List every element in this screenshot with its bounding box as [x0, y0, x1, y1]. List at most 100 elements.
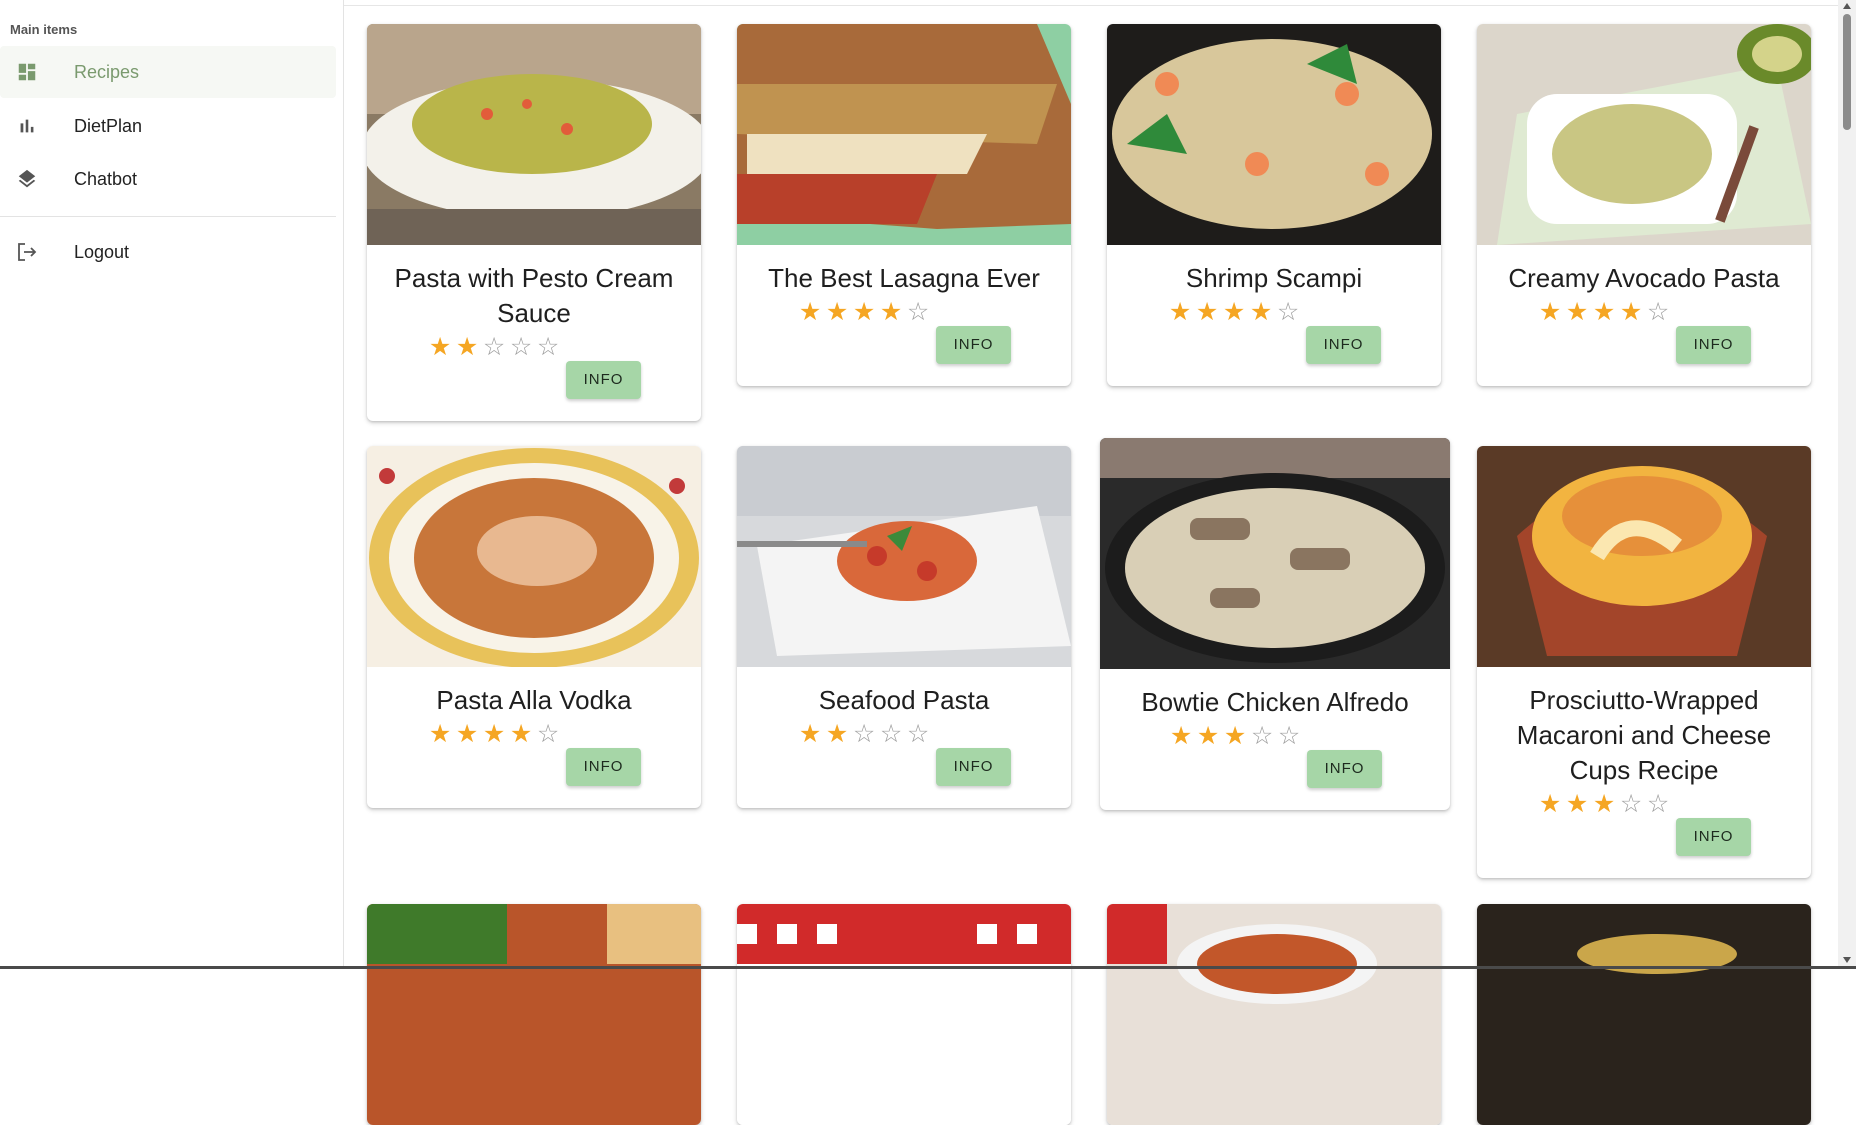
rating-stars: ★ ★ ★ ★ ☆	[797, 298, 932, 326]
star-filled-icon[interactable]: ★	[1248, 298, 1275, 326]
star-empty-icon[interactable]: ☆	[905, 298, 932, 326]
star-filled-icon[interactable]: ★	[1194, 298, 1221, 326]
star-filled-icon[interactable]: ★	[427, 333, 454, 361]
info-button[interactable]: INFO	[935, 326, 1012, 364]
star-empty-icon[interactable]: ☆	[481, 333, 508, 361]
rating-stars: ★ ★ ☆ ☆ ☆	[427, 333, 562, 361]
recipe-image	[367, 24, 701, 245]
recipe-image	[1107, 24, 1441, 245]
recipe-image	[737, 904, 1071, 1125]
info-button[interactable]: INFO	[565, 361, 642, 399]
logout-button[interactable]: Logout	[0, 226, 336, 278]
sidebar-item-chatbot[interactable]: Chatbot	[0, 153, 336, 205]
recipe-image	[1107, 904, 1441, 1125]
star-empty-icon[interactable]: ☆	[1645, 298, 1672, 326]
logout-icon	[14, 239, 40, 265]
recipe-card	[367, 904, 701, 1125]
recipe-card: Creamy Avocado Pasta ★ ★ ★ ★ ☆ INFO	[1477, 24, 1811, 386]
star-empty-icon[interactable]: ☆	[535, 720, 562, 748]
star-filled-icon[interactable]: ★	[454, 333, 481, 361]
info-button[interactable]: INFO	[1305, 326, 1382, 364]
star-filled-icon[interactable]: ★	[454, 720, 481, 748]
star-empty-icon[interactable]: ☆	[905, 720, 932, 748]
star-filled-icon[interactable]: ★	[878, 298, 905, 326]
star-filled-icon[interactable]: ★	[1537, 298, 1564, 326]
recipe-image	[367, 904, 701, 1125]
recipe-card: The Best Lasagna Ever ★ ★ ★ ★ ☆ INFO	[737, 24, 1071, 386]
star-empty-icon[interactable]: ☆	[851, 720, 878, 748]
logout-label: Logout	[74, 241, 130, 262]
recipe-title: Pasta Alla Vodka	[436, 685, 632, 715]
top-border	[344, 0, 1856, 6]
recipe-title: Shrimp Scampi	[1185, 263, 1363, 293]
recipe-card	[737, 904, 1071, 1125]
bar-chart-icon	[14, 113, 40, 139]
star-filled-icon[interactable]: ★	[1564, 790, 1591, 818]
info-button[interactable]: INFO	[565, 748, 642, 786]
star-filled-icon[interactable]: ★	[508, 720, 535, 748]
recipe-image	[367, 446, 701, 667]
recipe-card: Bowtie Chicken Alfredo ★ ★ ★ ☆ ☆ INFO	[1100, 438, 1450, 810]
scroll-thumb[interactable]	[1843, 14, 1851, 130]
rating-stars: ★ ★ ★ ☆ ☆	[1168, 722, 1303, 750]
star-filled-icon[interactable]: ★	[797, 720, 824, 748]
star-filled-icon[interactable]: ★	[797, 298, 824, 326]
recipe-image	[1100, 438, 1450, 669]
star-filled-icon[interactable]: ★	[1168, 722, 1195, 750]
star-filled-icon[interactable]: ★	[824, 298, 851, 326]
star-empty-icon[interactable]: ☆	[1618, 790, 1645, 818]
recipe-image	[737, 446, 1071, 667]
scroll-down-icon[interactable]	[1843, 957, 1851, 963]
star-filled-icon[interactable]: ★	[1537, 790, 1564, 818]
sidebar-item-label: Chatbot	[74, 168, 138, 189]
recipe-card	[1477, 904, 1811, 1125]
rating-stars: ★ ★ ☆ ☆ ☆	[797, 720, 932, 748]
sidebar-item-recipes[interactable]: Recipes	[0, 46, 336, 98]
star-empty-icon[interactable]: ☆	[878, 720, 905, 748]
recipe-image	[1477, 24, 1811, 245]
sidebar-item-label: DietPlan	[74, 115, 143, 136]
rating-stars: ★ ★ ★ ★ ☆	[1537, 298, 1672, 326]
star-empty-icon[interactable]: ☆	[1645, 790, 1672, 818]
star-empty-icon[interactable]: ☆	[535, 333, 562, 361]
info-button[interactable]: INFO	[1675, 326, 1752, 364]
recipe-image	[1477, 904, 1811, 1125]
scroll-up-icon[interactable]	[1843, 3, 1851, 9]
recipe-image	[1477, 446, 1811, 667]
star-filled-icon[interactable]: ★	[1167, 298, 1194, 326]
recipe-card	[1107, 904, 1441, 1125]
recipe-card: Seafood Pasta ★ ★ ☆ ☆ ☆ INFO	[737, 446, 1071, 808]
info-button[interactable]: INFO	[1675, 818, 1752, 856]
star-filled-icon[interactable]: ★	[1591, 298, 1618, 326]
info-button[interactable]: INFO	[1306, 750, 1383, 788]
sidebar-item-dietplan[interactable]: DietPlan	[0, 100, 336, 152]
sidebar-item-label: Recipes	[74, 61, 140, 82]
recipe-title: Creamy Avocado Pasta	[1508, 263, 1780, 293]
star-filled-icon[interactable]: ★	[481, 720, 508, 748]
rating-stars: ★ ★ ★ ★ ☆	[1167, 298, 1302, 326]
rating-stars: ★ ★ ★ ★ ☆	[427, 720, 562, 748]
star-filled-icon[interactable]: ★	[1618, 298, 1645, 326]
star-filled-icon[interactable]: ★	[824, 720, 851, 748]
star-filled-icon[interactable]: ★	[851, 298, 878, 326]
scrollbar[interactable]	[1838, 0, 1856, 969]
star-filled-icon[interactable]: ★	[1564, 298, 1591, 326]
star-filled-icon[interactable]: ★	[1591, 790, 1618, 818]
info-button[interactable]: INFO	[935, 748, 1012, 786]
sidebar: Main items Recipes DietPlan Chatbot Logo…	[0, 0, 344, 969]
star-empty-icon[interactable]: ☆	[508, 333, 535, 361]
star-filled-icon[interactable]: ★	[1221, 298, 1248, 326]
recipe-title: Prosciutto-Wrapped Macaroni and Cheese C…	[1516, 685, 1772, 785]
star-empty-icon[interactable]: ☆	[1275, 298, 1302, 326]
recipe-title: Pasta with Pesto Cream Sauce	[394, 263, 674, 328]
recipe-card: Prosciutto-Wrapped Macaroni and Cheese C…	[1477, 446, 1811, 878]
recipe-title: Seafood Pasta	[818, 685, 990, 715]
recipe-card: Shrimp Scampi ★ ★ ★ ★ ☆ INFO	[1107, 24, 1441, 386]
recipe-card: Pasta Alla Vodka ★ ★ ★ ★ ☆ INFO	[367, 446, 701, 808]
star-empty-icon[interactable]: ☆	[1249, 722, 1276, 750]
star-filled-icon[interactable]: ★	[1195, 722, 1222, 750]
star-filled-icon[interactable]: ★	[427, 720, 454, 748]
star-filled-icon[interactable]: ★	[1222, 722, 1249, 750]
recipe-title: Bowtie Chicken Alfredo	[1141, 687, 1409, 717]
star-empty-icon[interactable]: ☆	[1276, 722, 1303, 750]
